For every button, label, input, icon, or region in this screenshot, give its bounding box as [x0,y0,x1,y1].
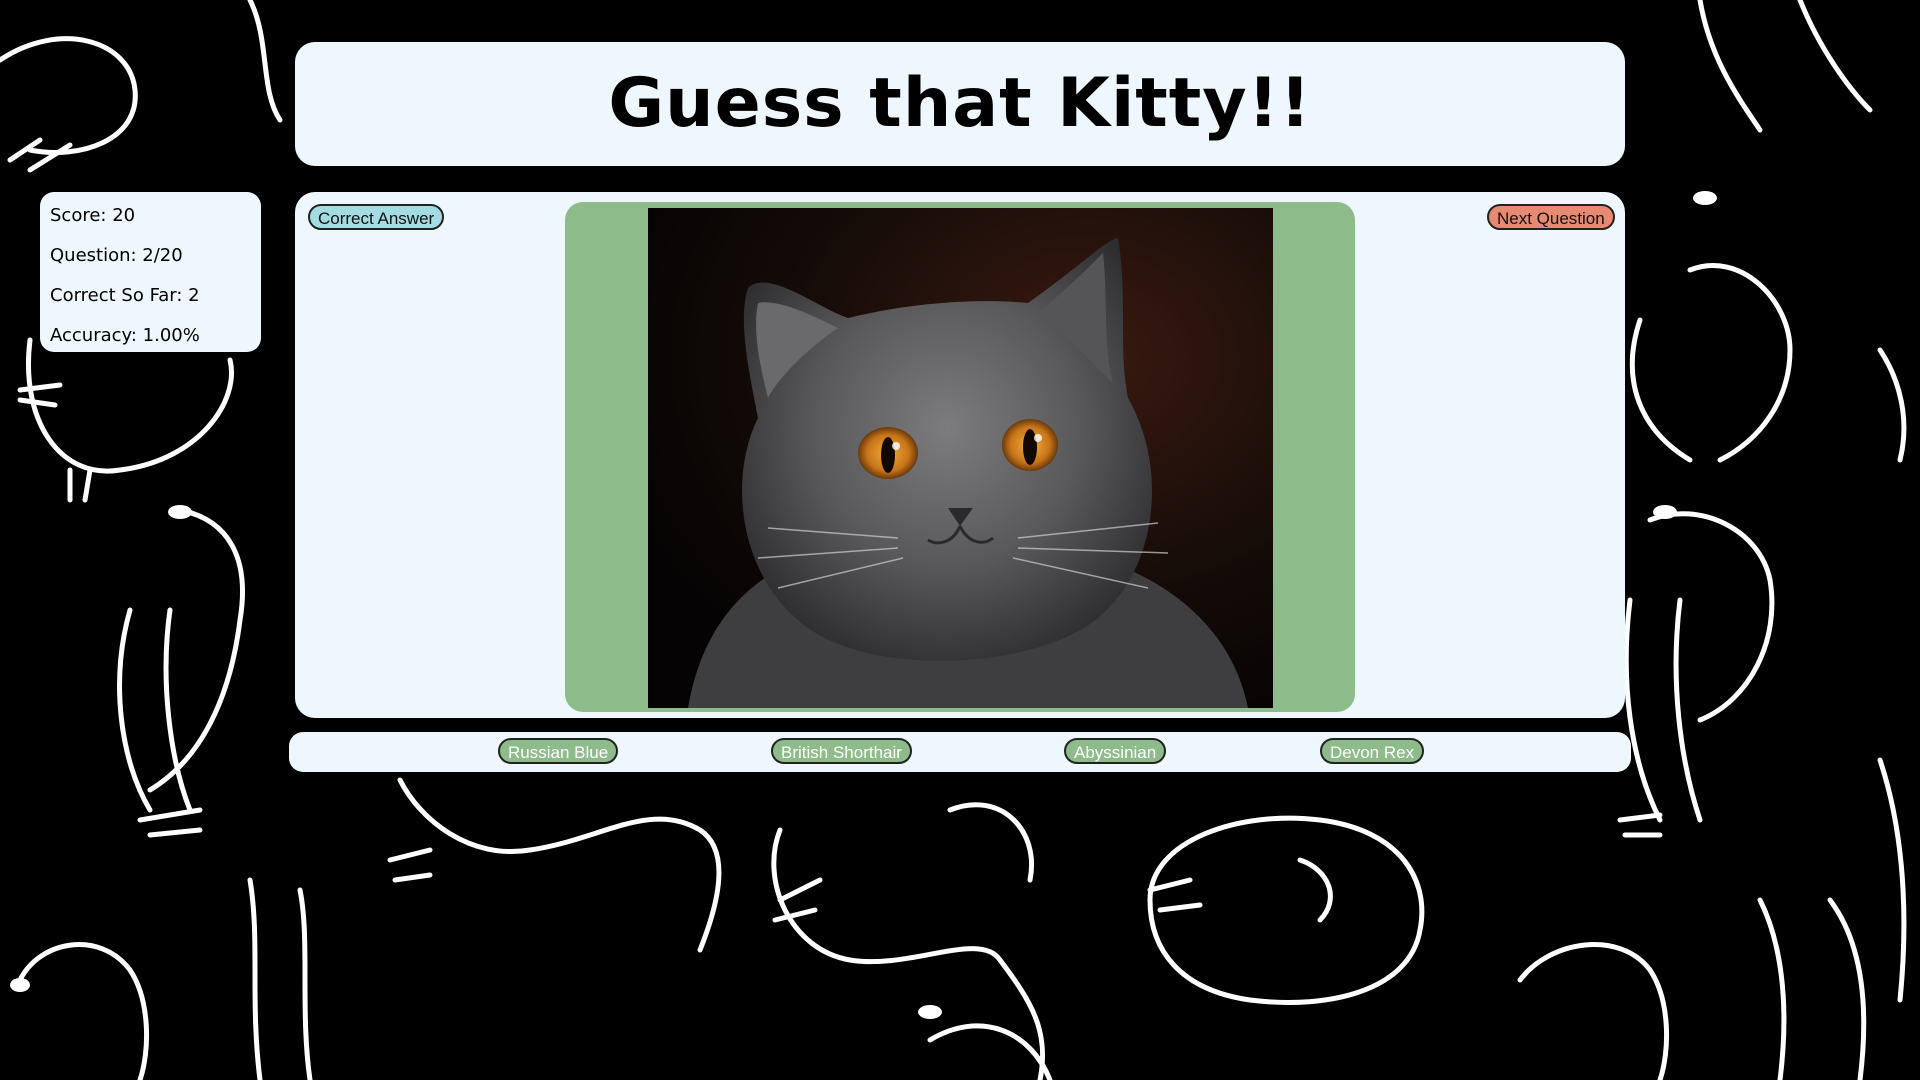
stats-panel: Score: 20 Question: 2/20 Correct So Far:… [40,192,261,352]
correct-count-stat: Correct So Far: 2 [50,285,200,306]
page-title: Guess that Kitty!! [608,64,1312,143]
answer-russian-blue-button[interactable]: Russian Blue [498,738,619,764]
accuracy-stat: Accuracy: 1.00% [50,325,200,346]
answers-bar [289,732,1631,772]
answer-devon-rex-button[interactable]: Devon Rex [1320,738,1425,764]
next-question-button[interactable]: Next Question [1487,204,1615,230]
answer-abyssinian-button[interactable]: Abyssinian [1064,738,1167,764]
cat-photo [648,208,1273,708]
score-stat: Score: 20 [50,205,136,226]
title-panel: Guess that Kitty!! [295,42,1625,166]
answer-british-shorthair-button[interactable]: British Shorthair [771,738,912,764]
correct-answer-button[interactable]: Correct Answer [308,204,445,230]
question-stat: Question: 2/20 [50,245,183,266]
